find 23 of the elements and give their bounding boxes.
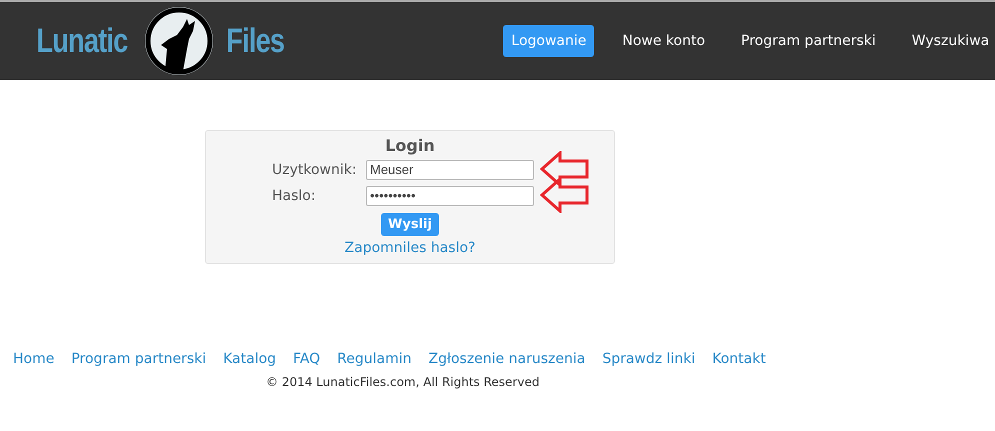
logo-text: Files — [226, 22, 284, 60]
footer-link[interactable]: Home — [13, 351, 54, 367]
nav-link[interactable]: Nowe konto — [614, 25, 714, 57]
footer-link[interactable]: FAQ — [293, 351, 320, 367]
submit-button[interactable]: Wyslij — [381, 213, 439, 236]
footer-link[interactable]: Sprawdz linki — [602, 351, 696, 367]
nav-link[interactable]: Logowanie — [503, 25, 594, 57]
logo-text: Lunatic — [36, 22, 128, 60]
nav-link[interactable]: Wyszukiwa — [904, 25, 995, 57]
footer-link[interactable]: Zgłoszenie naruszenia — [428, 351, 586, 367]
input-field[interactable]: Meuser — [366, 160, 534, 180]
forgot-password-link[interactable]: Zapomniles haslo? — [344, 240, 476, 256]
login-title: Login — [385, 135, 435, 157]
input-field[interactable]: •••••••••• — [366, 186, 534, 206]
footer-link[interactable]: Program partnerski — [71, 351, 206, 367]
copyright-text: © 2014 LunaticFiles.com, All Rights Reserved — [266, 375, 540, 389]
field-label: Haslo: — [272, 188, 317, 204]
field-label: Uzytkownik: — [272, 162, 358, 178]
footer-link[interactable]: Regulamin — [337, 351, 412, 367]
footer-link[interactable]: Kontakt — [712, 351, 766, 367]
wolf-moon-icon — [142, 5, 215, 77]
footer-link[interactable]: Katalog — [223, 351, 276, 367]
nav-link[interactable]: Program partnerski — [733, 25, 884, 57]
